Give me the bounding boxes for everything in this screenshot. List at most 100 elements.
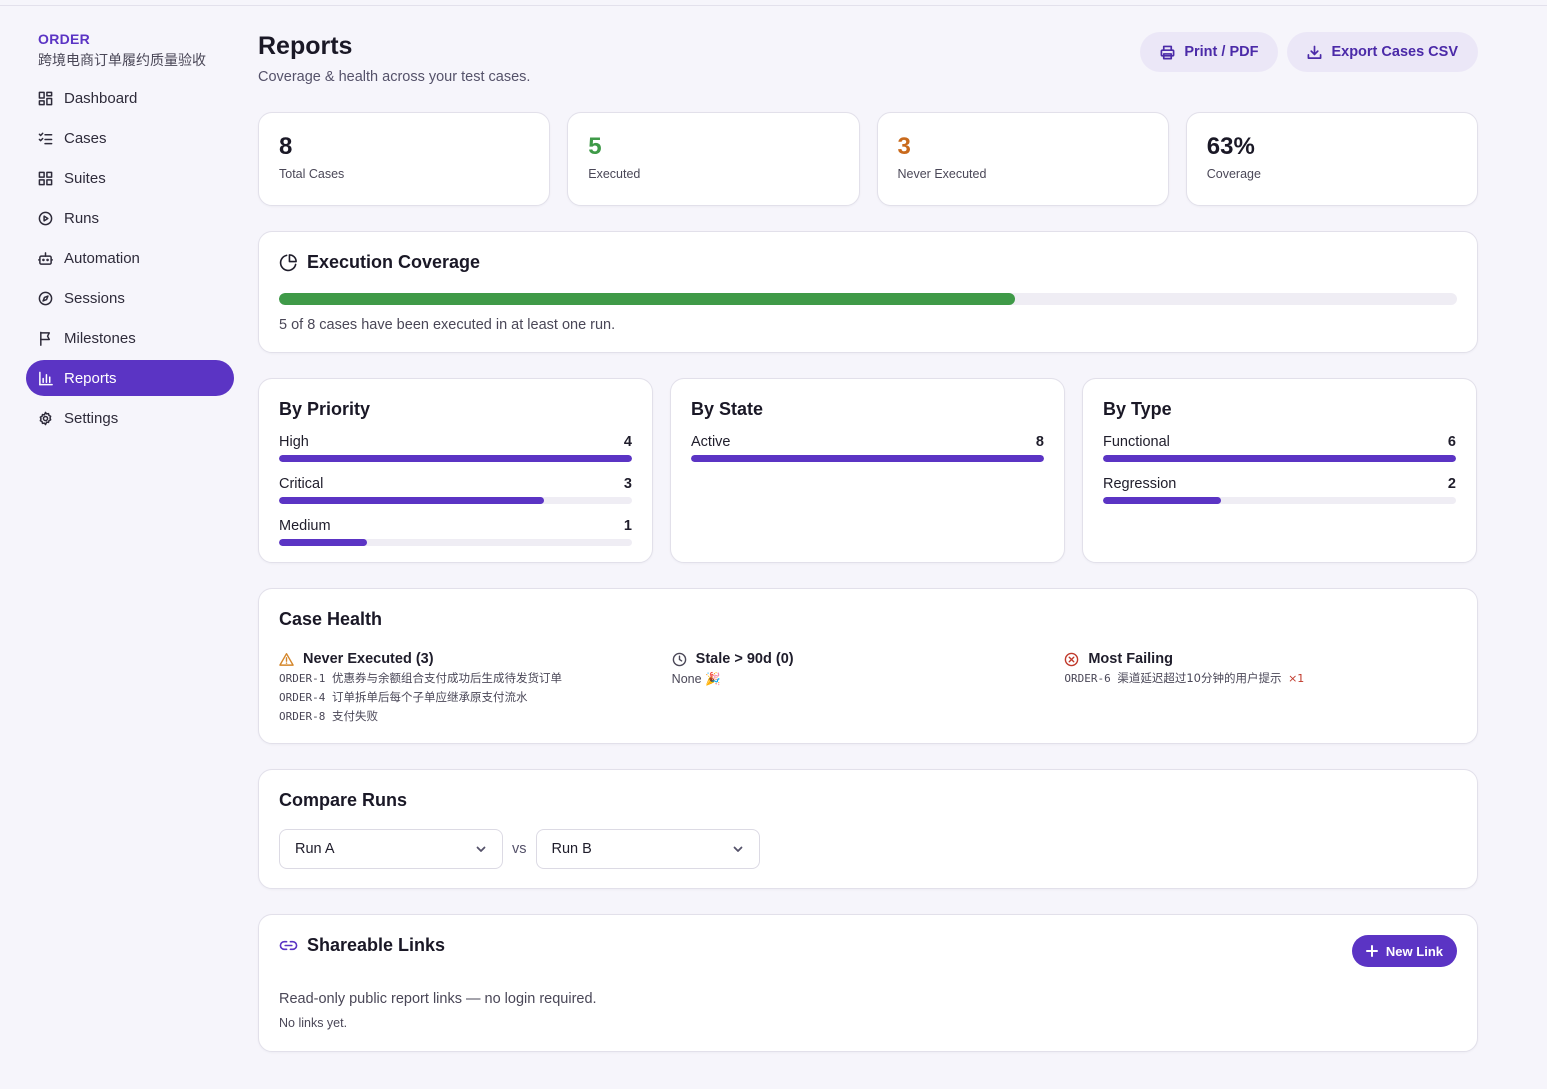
breakdown-fill [691,455,1044,462]
project-brand: ORDER 跨境电商订单履约质量验收 [26,31,234,70]
sidebar-item-label: Milestones [64,329,136,347]
sidebar-item-runs[interactable]: Runs [26,200,234,236]
sidebar-item-suites[interactable]: Suites [26,160,234,196]
breakdown-row-item: High 4 [279,434,632,462]
breakdown-count: 6 [1447,434,1456,450]
card-title: Case Health [279,609,383,629]
card-title: By Priority [279,399,371,419]
breakdown-fill [279,497,544,504]
stat-label: Coverage [1206,167,1261,181]
breakdown-row-item: Medium 1 [279,518,632,546]
sidebar-item-dashboard[interactable]: Dashboard [26,80,234,116]
stale-none: None 🎉 [671,672,721,686]
stat-card-total: 8 Total Cases [258,112,551,206]
case-link[interactable]: ORDER-1 优惠券与余额组合支付成功后生成待发货订单 [279,671,672,686]
execution-coverage-card: Execution Coverage 5 of 8 cases have bee… [258,231,1478,353]
never-executed-column: Never Executed (3) ORDER-1 优惠券与余额组合支付成功后… [279,651,672,724]
compass-icon [38,291,53,305]
sidebar-item-label: Settings [64,409,119,427]
breakdown-row: By Priority High 4 Critical 3 Medium 1 By S… [258,378,1478,563]
project-key: ORDER [38,31,91,47]
chevron-down-icon [476,846,486,852]
sidebar-item-sessions[interactable]: Sessions [26,280,234,316]
clock-icon [672,652,686,666]
sidebar-nav: Dashboard Cases Suites Runs Automation S… [26,80,234,436]
fail-count: ×1 [1288,672,1305,685]
run-b-value: Run B [551,841,592,857]
card-title: By Type [1103,399,1172,419]
case-link[interactable]: ORDER-8 支付失败 [279,709,672,724]
dashboard-icon [38,91,53,105]
project-name: 跨境电商订单履约质量验收 [38,53,206,69]
most-failing-title: Most Failing [1088,651,1173,667]
stats-row: 8 Total Cases 5 Executed 3 Never Execute… [258,112,1478,206]
stat-value: 5 [588,133,602,160]
print-pdf-label: Print / PDF [1184,44,1259,60]
breakdown-row-item: Regression 2 [1103,476,1456,504]
breakdown-track [691,455,1044,462]
link-icon [279,940,298,951]
case-id: ORDER-1 [279,672,326,685]
sidebar-item-settings[interactable]: Settings [26,400,234,436]
export-csv-button[interactable]: Export Cases CSV [1287,32,1478,72]
stat-card-executed: 5 Executed [567,112,860,206]
breakdown-label: Critical [279,476,324,492]
printer-icon [1160,45,1175,59]
stat-value: 3 [897,133,911,160]
breakdown-count: 2 [1447,476,1456,492]
compare-runs-card: Compare Runs Run A vs Run B [258,769,1478,889]
case-name: 渠道延迟超过10分钟的用户提示 [1117,671,1282,685]
breakdown-count: 1 [623,518,632,534]
plus-icon [1365,945,1378,957]
card-title: Compare Runs [279,790,408,810]
stat-label: Total Cases [279,167,345,181]
breakdown-label: Functional [1103,434,1170,450]
sidebar-item-automation[interactable]: Automation [26,240,234,276]
case-id: ORDER-4 [279,691,326,704]
case-link[interactable]: ORDER-4 订单拆单后每个子单应继承原支付流水 [279,690,672,705]
flag-icon [40,331,50,346]
breakdown-fill [279,455,632,462]
run-a-value: Run A [295,841,335,857]
breakdown-label: Medium [279,518,331,534]
download-icon [1308,45,1322,59]
run-b-select[interactable]: Run B [535,829,760,869]
breakdown-label: High [279,434,309,450]
sidebar-item-label: Reports [64,369,117,387]
sidebar-item-label: Automation [64,249,140,267]
grid-icon [38,171,53,185]
run-a-select[interactable]: Run A [279,829,503,869]
coverage-summary: 5 of 8 cases have been executed in at le… [279,317,616,333]
pie-chart-icon [279,254,297,272]
sidebar-item-cases[interactable]: Cases [26,120,234,156]
breakdown-label: Active [691,434,731,450]
stat-value: 63% [1206,133,1255,160]
breakdown-fill [1103,455,1456,462]
most-failing-column: Most Failing ORDER-6 渠道延迟超过10分钟的用户提示 ×1 [1064,651,1457,724]
robot-icon [38,251,53,265]
by-type-card: By Type Functional 6 Regression 2 [1082,378,1477,563]
sidebar-item-milestones[interactable]: Milestones [26,320,234,356]
breakdown-track [1103,455,1456,462]
links-description: Read-only public report links — no login… [279,991,597,1007]
coverage-progress-fill [279,293,1016,305]
stat-value: 8 [279,133,293,160]
chevron-down-icon [733,846,742,852]
breakdown-track [279,539,632,546]
play-circle-icon [38,211,53,225]
card-title: Shareable Links [307,935,446,955]
sidebar-item-label: Suites [64,169,106,187]
breakdown-track [1103,497,1456,504]
print-pdf-button[interactable]: Print / PDF [1140,32,1279,72]
sidebar-item-reports[interactable]: Reports [26,360,234,396]
card-title: By State [691,399,764,419]
page-header: Reports Coverage & health across your te… [258,32,1478,112]
warning-icon [279,652,294,666]
breakdown-row-item: Critical 3 [279,476,632,504]
new-link-button[interactable]: New Link [1351,935,1457,967]
never-executed-title: Never Executed (3) [303,651,434,667]
case-link[interactable]: ORDER-6 渠道延迟超过10分钟的用户提示 ×1 [1064,671,1457,686]
vs-label: vs [512,841,527,857]
x-circle-icon [1065,652,1079,666]
card-header: Shareable Links [279,935,1457,956]
